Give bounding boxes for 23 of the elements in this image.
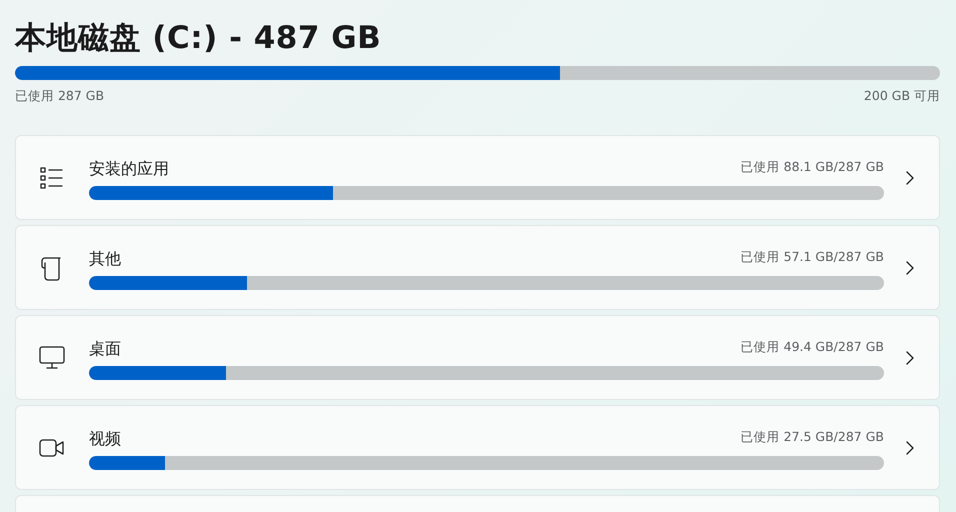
category-usage: 已使用 27.5 GB/287 GB xyxy=(740,429,884,446)
monitor-icon xyxy=(39,346,65,370)
chevron-icon xyxy=(905,440,915,454)
category-name: 安装的应用 xyxy=(89,159,169,180)
category-name: 桌面 xyxy=(89,339,121,360)
category-card[interactable]: 其他 已使用 57.1 GB/287 GB xyxy=(15,225,940,310)
category-usage: 已使用 88.1 GB/287 GB xyxy=(740,159,884,176)
free-label: 200 GB 可用 xyxy=(864,88,940,105)
category-card[interactable]: 桌面 已使用 49.4 GB/287 GB xyxy=(15,315,940,400)
document-icon xyxy=(41,254,63,280)
page-title: 本地磁盘 (C:) - 487 GB xyxy=(15,19,382,58)
chevron-icon xyxy=(905,350,915,364)
category-card[interactable]: 视频 已使用 27.5 GB/287 GB xyxy=(15,405,940,490)
category-name: 视频 xyxy=(89,429,121,450)
video-icon xyxy=(39,438,65,458)
list-icon xyxy=(40,166,64,188)
category-usage: 已使用 57.1 GB/287 GB xyxy=(740,249,884,266)
chevron-icon xyxy=(905,170,915,184)
category-card[interactable]: 安装的应用 已使用 88.1 GB/287 GB xyxy=(15,135,940,220)
chevron-icon xyxy=(905,260,915,274)
used-label: 已使用 287 GB xyxy=(15,88,104,105)
category-usage: 已使用 49.4 GB/287 GB xyxy=(740,339,884,356)
category-name: 其他 xyxy=(89,249,121,270)
